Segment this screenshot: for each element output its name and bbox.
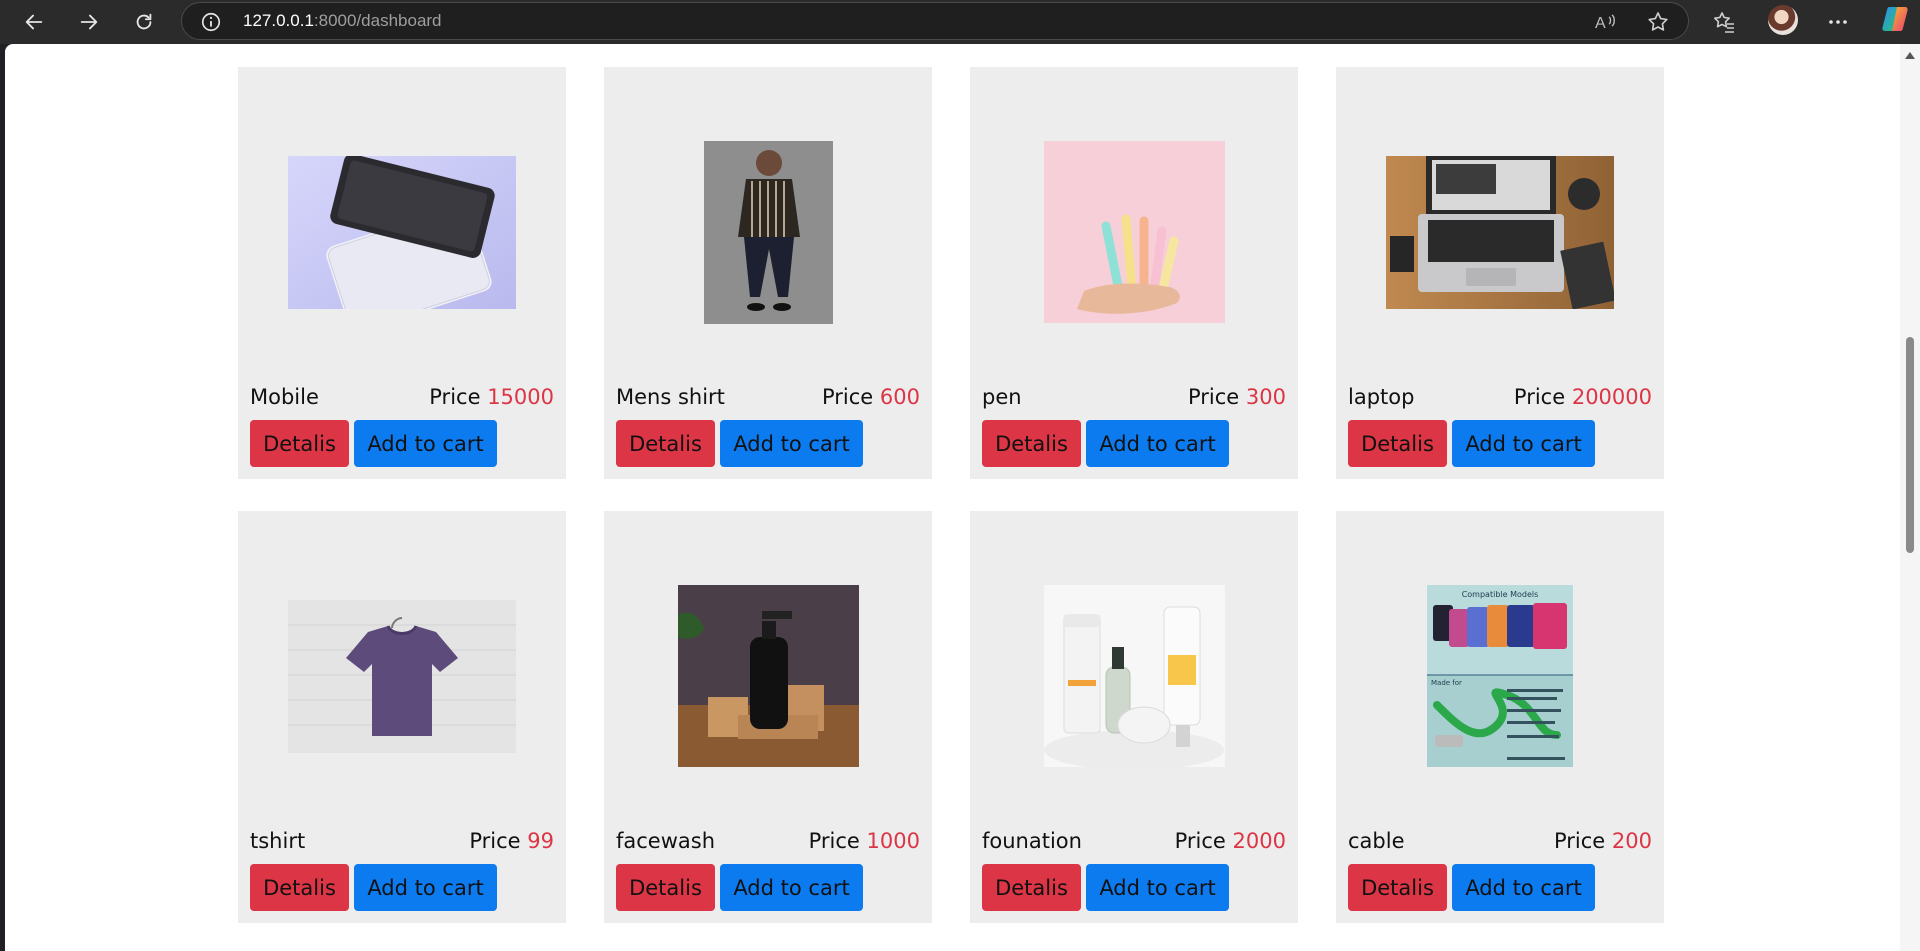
browser-toolbar: 127.0.0.1:8000/dashboard A xyxy=(0,0,1920,44)
product-info-row: Mobile Price 15000 xyxy=(250,385,554,409)
address-bar[interactable]: 127.0.0.1:8000/dashboard A xyxy=(181,2,1689,40)
details-button[interactable]: Detalis xyxy=(982,864,1081,911)
product-actions: Detalis Add to cart xyxy=(982,420,1229,467)
favorites-list-icon xyxy=(1714,12,1734,33)
favorite-star-icon[interactable] xyxy=(1646,10,1670,34)
facewash-bottle-image xyxy=(677,585,859,767)
page-viewport: Mobile Price 15000 Detalis Add to cart M… xyxy=(5,44,1920,951)
product-info-row: laptop Price 200000 xyxy=(1348,385,1652,409)
product-price: Price 99 xyxy=(469,829,554,853)
product-info-row: tshirt Price 99 xyxy=(250,829,554,853)
product-info-row: founation Price 2000 xyxy=(982,829,1286,853)
details-button[interactable]: Detalis xyxy=(982,420,1081,467)
product-info-row: Mens shirt Price 600 xyxy=(616,385,920,409)
product-card: Compatible Models Made for cable Price 2… xyxy=(1336,511,1664,923)
copilot-icon[interactable] xyxy=(1880,4,1910,34)
product-image-area xyxy=(238,511,566,841)
add-to-cart-button[interactable]: Add to cart xyxy=(720,420,863,467)
product-name: Mobile xyxy=(250,385,319,409)
more-menu-button[interactable] xyxy=(1822,6,1854,38)
profile-avatar[interactable] xyxy=(1768,5,1798,35)
product-actions: Detalis Add to cart xyxy=(982,864,1229,911)
svg-text:Compatible Models: Compatible Models xyxy=(1462,590,1539,599)
add-to-cart-button[interactable]: Add to cart xyxy=(1452,420,1595,467)
details-button[interactable]: Detalis xyxy=(1348,420,1447,467)
product-info-row: facewash Price 1000 xyxy=(616,829,920,853)
cable-image: Compatible Models Made for xyxy=(1427,585,1573,767)
product-name: Mens shirt xyxy=(616,385,725,409)
product-actions: Detalis Add to cart xyxy=(1348,864,1595,911)
product-image-area xyxy=(604,67,932,397)
reload-icon xyxy=(136,13,152,30)
arrow-left-icon xyxy=(25,14,43,30)
product-card: facewash Price 1000 Detalis Add to cart xyxy=(604,511,932,923)
svg-text:Made for: Made for xyxy=(1431,679,1462,687)
product-card: Mens shirt Price 600 Detalis Add to cart xyxy=(604,67,932,479)
add-to-cart-button[interactable]: Add to cart xyxy=(354,864,497,911)
favorites-button[interactable] xyxy=(1708,6,1740,38)
reload-button[interactable] xyxy=(128,6,160,38)
add-to-cart-button[interactable]: Add to cart xyxy=(354,420,497,467)
foundation-products-image xyxy=(1043,585,1225,767)
shirt-model-image xyxy=(703,140,833,324)
add-to-cart-button[interactable]: Add to cart xyxy=(1086,420,1229,467)
product-image-area xyxy=(970,67,1298,397)
product-card: laptop Price 200000 Detalis Add to cart xyxy=(1336,67,1664,479)
product-actions: Detalis Add to cart xyxy=(250,864,497,911)
product-card: Mobile Price 15000 Detalis Add to cart xyxy=(238,67,566,479)
details-button[interactable]: Detalis xyxy=(250,864,349,911)
details-button[interactable]: Detalis xyxy=(1348,864,1447,911)
product-name: tshirt xyxy=(250,829,306,853)
svg-text:A: A xyxy=(1595,15,1606,32)
product-name: pen xyxy=(982,385,1022,409)
add-to-cart-button[interactable]: Add to cart xyxy=(1086,864,1229,911)
product-image-area xyxy=(1336,67,1664,397)
product-actions: Detalis Add to cart xyxy=(1348,420,1595,467)
product-card: tshirt Price 99 Detalis Add to cart xyxy=(238,511,566,923)
tablet-image xyxy=(288,155,516,309)
product-price: Price 15000 xyxy=(429,385,554,409)
product-name: laptop xyxy=(1348,385,1415,409)
product-grid: Mobile Price 15000 Detalis Add to cart M… xyxy=(238,67,1664,923)
product-price: Price 1000 xyxy=(808,829,920,853)
product-image-area xyxy=(238,67,566,397)
tshirt-image xyxy=(288,599,516,753)
product-actions: Detalis Add to cart xyxy=(616,864,863,911)
product-name: facewash xyxy=(616,829,716,853)
product-name: founation xyxy=(982,829,1082,853)
product-actions: Detalis Add to cart xyxy=(250,420,497,467)
pens-image xyxy=(1043,141,1225,323)
details-button[interactable]: Detalis xyxy=(616,864,715,911)
laptop-image xyxy=(1386,155,1614,309)
product-name: cable xyxy=(1348,829,1405,853)
product-card: pen Price 300 Detalis Add to cart xyxy=(970,67,1298,479)
forward-button[interactable] xyxy=(73,6,105,38)
vertical-scrollbar[interactable] xyxy=(1900,44,1920,951)
back-button[interactable] xyxy=(18,6,50,38)
product-info-row: pen Price 300 xyxy=(982,385,1286,409)
product-image-area xyxy=(604,511,932,841)
scrollbar-thumb[interactable] xyxy=(1906,337,1914,553)
url-text: 127.0.0.1:8000/dashboard xyxy=(243,11,442,30)
product-card: founation Price 2000 Detalis Add to cart xyxy=(970,511,1298,923)
product-actions: Detalis Add to cart xyxy=(616,420,863,467)
scroll-up-arrow-icon[interactable] xyxy=(1905,52,1915,59)
product-info-row: cable Price 200 xyxy=(1348,829,1652,853)
details-button[interactable]: Detalis xyxy=(616,420,715,467)
arrow-right-icon xyxy=(80,14,98,30)
product-price: Price 200000 xyxy=(1513,385,1652,409)
product-price: Price 200 xyxy=(1553,829,1652,853)
product-price: Price 300 xyxy=(1187,385,1286,409)
product-price: Price 2000 xyxy=(1174,829,1286,853)
details-button[interactable]: Detalis xyxy=(250,420,349,467)
product-price: Price 600 xyxy=(821,385,920,409)
read-aloud-icon[interactable]: A xyxy=(1594,11,1618,33)
site-info-icon[interactable] xyxy=(200,11,222,33)
add-to-cart-button[interactable]: Add to cart xyxy=(720,864,863,911)
ellipsis-icon xyxy=(1829,20,1847,24)
product-image-area xyxy=(970,511,1298,841)
product-image-area: Compatible Models Made for xyxy=(1336,511,1664,841)
add-to-cart-button[interactable]: Add to cart xyxy=(1452,864,1595,911)
